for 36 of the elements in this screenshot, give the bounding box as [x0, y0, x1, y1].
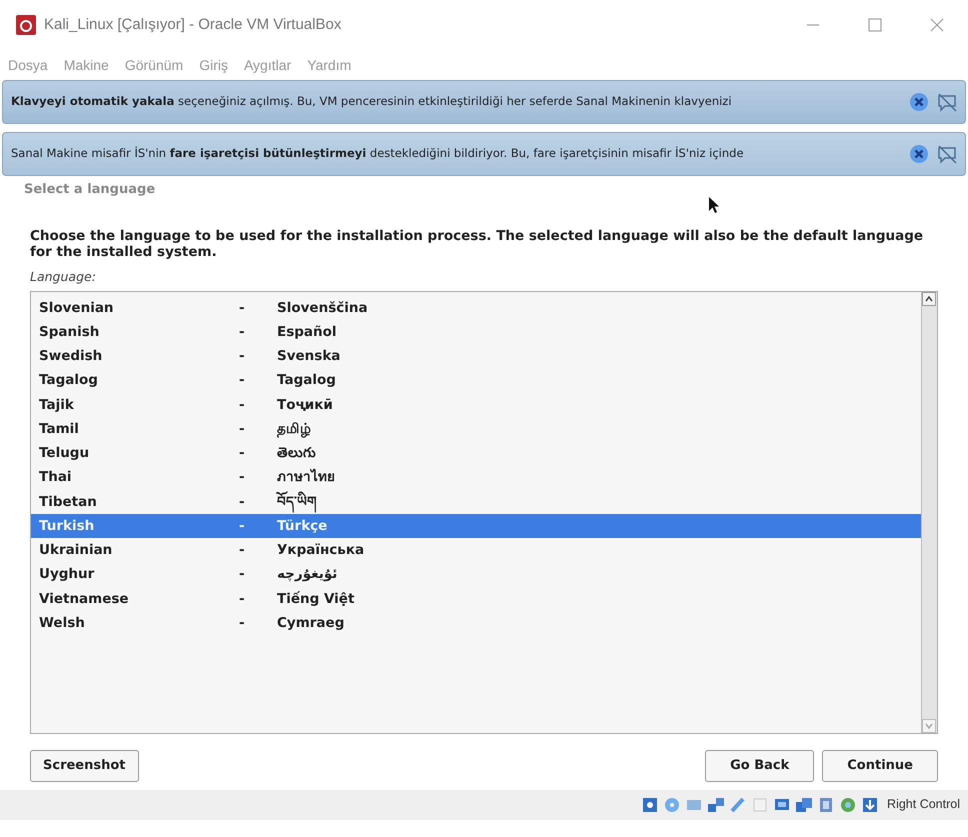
language-row[interactable]: Welsh - Cymraeg [31, 610, 921, 636]
continue-button[interactable]: Continue [822, 750, 938, 782]
close-icon[interactable] [930, 18, 944, 32]
list-label: Language: [30, 268, 97, 286]
banner-text: Sanal Makine misafir İS'nin fare işaretçisi bütünleştirmeyi desteklediğini bildiriyor. Bu, fare işaretçisinin misafir İS'niz içinde [11, 145, 745, 162]
mute-balloon-icon[interactable] [937, 92, 957, 112]
language-row[interactable]: Spanish - Español [31, 320, 921, 344]
banner-text: Klavyeyi otomatik yakala seçeneğiniz açılmış. Bu, VM penceresinin etkinleştirildiği her seferde Sanal Makinenin klavyenizi [11, 93, 733, 110]
close-icon[interactable] [909, 144, 929, 164]
language-row[interactable]: Telugu - తెలుగు [31, 441, 921, 466]
language-row[interactable]: Thai - ภาษาไทย [31, 465, 921, 490]
back-button[interactable]: Go Back [705, 750, 814, 782]
mute-balloon-icon[interactable] [937, 144, 957, 164]
step-title: Select a language [23, 181, 156, 199]
scroll-up-icon[interactable] [922, 292, 936, 306]
language-row[interactable]: Swedish - Svenska [31, 344, 921, 368]
scroll-down-icon[interactable] [922, 719, 936, 733]
language-row[interactable]: Ukrainian - Українська [31, 538, 921, 562]
maximize-icon[interactable] [868, 18, 882, 32]
instructions-text: Choose the language to be used for the installation process. The selected language will also be the default language for the installed system. [30, 228, 924, 260]
optical-disc-icon [663, 796, 682, 814]
language-row[interactable]: Tibetan - བོད་ཡིག [31, 490, 921, 514]
app-logo-icon [16, 15, 36, 35]
scrollbar[interactable] [921, 292, 937, 733]
window-title: Kali_Linux [Çalışıyor] - Oracle VM VirtualBox [44, 14, 342, 35]
language-row[interactable]: Tamil - தமிழ் [31, 416, 921, 442]
screenshot-button[interactable]: Screenshot [30, 750, 139, 782]
language-row[interactable]: Tajik - Тоҷикӣ [31, 392, 921, 417]
language-row[interactable]: Slovenian - Slovenščina [31, 296, 921, 320]
host-key-label: Right Control [887, 796, 960, 814]
close-icon[interactable] [909, 92, 929, 112]
language-row[interactable]: Vietnamese - Tiếng Việt [31, 586, 921, 611]
host-key-icon [861, 796, 880, 814]
language-row[interactable]: Turkish - Türkçe [31, 514, 921, 538]
mouse-cursor-icon [708, 196, 720, 214]
language-row[interactable]: Tagalog - Tagalog [31, 368, 921, 393]
